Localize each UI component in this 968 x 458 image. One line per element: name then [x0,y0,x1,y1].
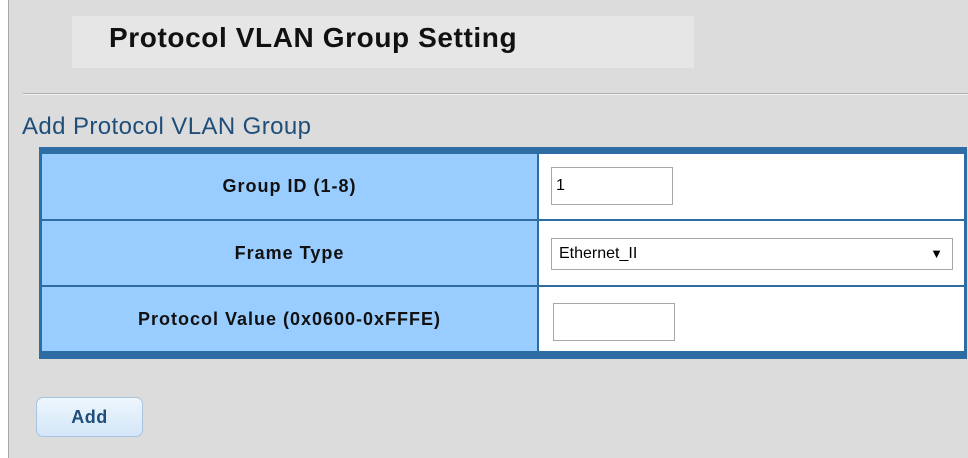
frame-type-select[interactable]: Ethernet_II ▼ [551,238,953,270]
content-panel: Protocol VLAN Group Setting Add Protocol… [8,0,968,458]
form-row-protocol-value: Protocol Value (0x0600-0xFFFE) [42,286,964,351]
group-id-label: Group ID (1-8) [42,154,539,219]
frame-type-selected-value: Ethernet_II [559,245,638,262]
dropdown-arrow-icon: ▼ [930,246,943,261]
protocol-value-label: Protocol Value (0x0600-0xFFFE) [42,287,539,351]
title-divider [23,93,968,95]
group-id-cell [539,154,964,219]
frame-type-cell: Ethernet_II ▼ [539,221,964,285]
form-row-group-id: Group ID (1-8) [42,154,964,220]
section-title: Add Protocol VLAN Group [22,113,312,140]
add-button[interactable]: Add [36,397,143,437]
protocol-vlan-group-form: Group ID (1-8) Frame Type Ethernet_II ▼ … [39,147,967,359]
form-row-frame-type: Frame Type Ethernet_II ▼ [42,220,964,286]
protocol-value-input[interactable] [553,303,675,341]
protocol-value-cell [539,287,964,351]
group-id-input[interactable] [551,167,673,205]
frame-type-label: Frame Type [42,221,539,285]
page-title: Protocol VLAN Group Setting [109,22,518,53]
